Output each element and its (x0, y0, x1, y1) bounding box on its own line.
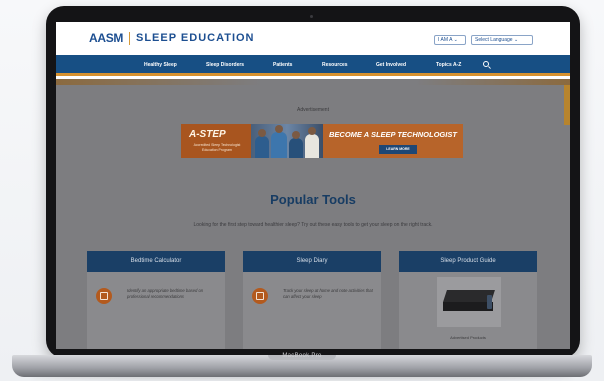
site-header: AASM SLEEP EDUCATION I AM A ⌄ Select Lan… (56, 22, 570, 55)
person-figure (271, 132, 287, 158)
site-title[interactable]: SLEEP EDUCATION (136, 32, 255, 44)
adjustable-bed-image (437, 277, 501, 327)
i-am-select[interactable]: I AM A ⌄ (434, 35, 466, 45)
page-content: Advertisement A-STEP Accredited Sleep Te… (56, 79, 570, 349)
advertisement-label: Advertisement (297, 107, 329, 113)
calculator-icon (96, 288, 112, 304)
main-nav: Healthy Sleep Sleep Disorders Patients R… (56, 55, 570, 76)
person-head (308, 127, 316, 135)
popular-tools-title: Popular Tools (270, 192, 356, 207)
nav-topics-az[interactable]: Topics A-Z (436, 62, 461, 68)
logo-divider (129, 32, 130, 45)
person-head (275, 125, 283, 133)
side-accent (564, 85, 570, 125)
card-bedtime-calculator[interactable]: Bedtime Calculator Identify an appropria… (87, 251, 225, 349)
card-footer: Advertised Products (450, 335, 486, 340)
device-label: MacBook Pro (282, 353, 322, 359)
ad-brand-subtitle: Accredited Sleep Technologist Education … (193, 143, 241, 152)
card-title[interactable]: Sleep Product Guide (399, 251, 537, 272)
chevron-down-icon: ⌄ (513, 37, 519, 43)
ad-headline: BECOME A SLEEP TECHNOLOGIST (329, 130, 457, 139)
laptop-screen: AASM SLEEP EDUCATION I AM A ⌄ Select Lan… (56, 22, 570, 349)
card-description: Track your sleep at home and note activi… (283, 288, 373, 300)
person-figure (305, 134, 319, 158)
ad-brand: A-STEP (189, 129, 226, 140)
person-head (292, 131, 300, 139)
card-title[interactable]: Sleep Diary (243, 251, 381, 272)
card-title[interactable]: Bedtime Calculator (87, 251, 225, 272)
camera-icon (310, 15, 313, 18)
nav-resources[interactable]: Resources (322, 62, 348, 68)
person-figure (289, 138, 303, 158)
ad-banner[interactable]: A-STEP Accredited Sleep Technologist Edu… (181, 124, 463, 158)
nav-sleep-disorders[interactable]: Sleep Disorders (206, 62, 244, 68)
nav-healthy-sleep[interactable]: Healthy Sleep (144, 62, 177, 68)
card-description: Identify an appropriate bedtime based on… (127, 288, 204, 300)
person-figure (255, 136, 269, 158)
learn-more-button[interactable]: LEARN MORE (379, 145, 417, 154)
popular-tools-description: Looking for the first step toward health… (193, 222, 433, 228)
person-head (258, 129, 266, 137)
ad-brand-panel: A-STEP Accredited Sleep Technologist Edu… (181, 124, 251, 158)
search-icon[interactable] (483, 61, 489, 67)
language-select-label: Select Language (475, 37, 513, 43)
i-am-select-label: I AM A (438, 37, 453, 43)
card-sleep-product-guide[interactable]: Sleep Product Guide Advertised Products (399, 251, 537, 349)
book-icon (252, 288, 268, 304)
hero-strip (56, 79, 570, 85)
chevron-down-icon: ⌄ (453, 37, 458, 43)
card-sleep-diary[interactable]: Sleep Diary Track your sleep at home and… (243, 251, 381, 349)
language-select[interactable]: Select Language ⌄ (471, 35, 533, 45)
ad-photo (251, 124, 323, 158)
aasm-logo[interactable]: AASM (89, 31, 123, 45)
nav-patients[interactable]: Patients (273, 62, 292, 68)
nav-get-involved[interactable]: Get Involved (376, 62, 406, 68)
